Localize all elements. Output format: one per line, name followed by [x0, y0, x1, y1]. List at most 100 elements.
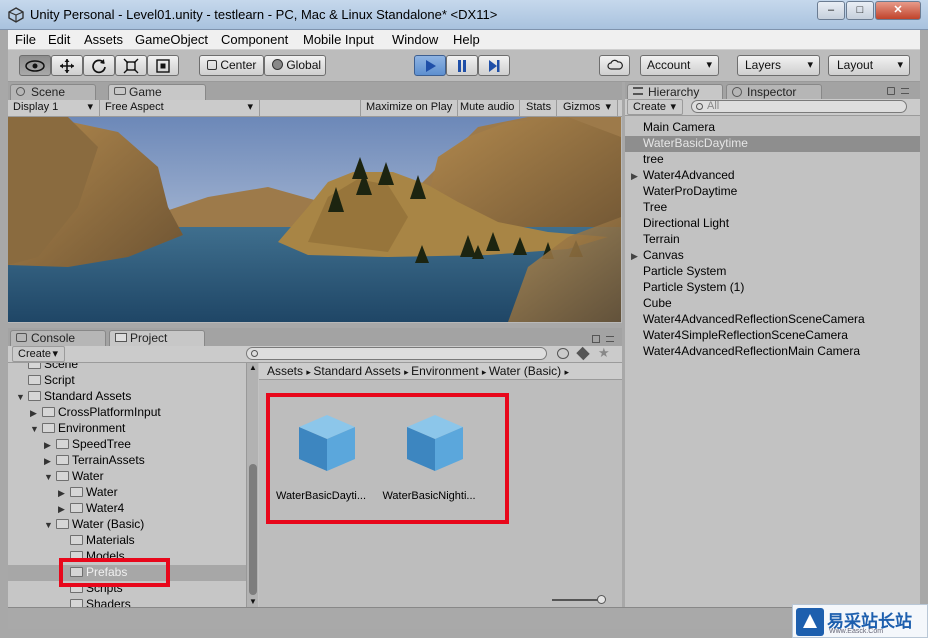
tree-folder-item[interactable]: ▼ Environment	[30, 421, 125, 437]
tree-folder-item[interactable]: ▶ SpeedTree	[44, 437, 131, 453]
favorite-star-icon[interactable]: ★	[598, 345, 610, 361]
hierarchy-item[interactable]: Water4AdvancedReflectionMain Camera	[625, 344, 920, 360]
tab-console[interactable]: Console	[10, 330, 106, 346]
stats-toggle[interactable]: Stats	[521, 100, 558, 116]
step-button[interactable]	[478, 55, 510, 76]
hierarchy-item[interactable]: Terrain	[625, 232, 920, 248]
tab-project[interactable]: Project	[109, 330, 205, 346]
tab-game[interactable]: Game	[108, 84, 206, 100]
lock-icon[interactable]	[887, 87, 895, 95]
label-tag-icon[interactable]	[576, 346, 590, 361]
pivot-center-icon	[207, 60, 217, 70]
tree-folder-item[interactable]: ▶ Water4	[58, 501, 124, 517]
menu-help[interactable]: Help	[453, 32, 480, 47]
rotate-tool-button[interactable]	[83, 55, 115, 76]
maximize-button[interactable]: □	[846, 1, 874, 20]
tree-folder-item[interactable]: Script	[16, 373, 75, 389]
play-button[interactable]	[414, 55, 446, 76]
hierarchy-item[interactable]: Cube	[625, 296, 920, 312]
asset-zoom-slider[interactable]	[552, 595, 607, 604]
project-search-field[interactable]	[246, 347, 547, 360]
hierarchy-item[interactable]: Directional Light	[625, 216, 920, 232]
hierarchy-item[interactable]: Main Camera	[625, 120, 920, 136]
layout-dropdown[interactable]: Layout	[828, 55, 910, 76]
zoom-slider-thumb[interactable]	[597, 595, 606, 604]
expand-arrow-icon[interactable]: ▶	[44, 438, 56, 453]
tree-folder-item[interactable]: ▶ TerrainAssets	[44, 453, 145, 469]
gizmos-dropdown[interactable]: Gizmos	[558, 100, 618, 116]
project-lock-icon[interactable]	[592, 335, 600, 343]
minimize-button[interactable]: –	[817, 1, 845, 20]
expand-arrow-icon[interactable]: ▶	[58, 502, 70, 517]
tree-folder-item[interactable]: ▼ Water	[44, 469, 104, 485]
pause-button[interactable]	[446, 55, 478, 76]
breadcrumb-assets[interactable]: Assets	[267, 364, 303, 378]
account-dropdown[interactable]: Account	[640, 55, 719, 76]
tree-folder-item[interactable]: Materials	[58, 533, 135, 549]
project-create-dropdown[interactable]: Create	[12, 346, 65, 362]
expand-arrow-icon[interactable]: ▼	[30, 422, 42, 437]
layers-dropdown[interactable]: Layers	[737, 55, 820, 76]
breadcrumb-water-basic[interactable]: Water (Basic)	[489, 364, 561, 378]
close-button[interactable]: ✕	[875, 1, 921, 20]
menu-file[interactable]: File	[15, 32, 36, 47]
expand-arrow-icon[interactable]: ▼	[44, 470, 56, 485]
expand-arrow-icon[interactable]: ▶	[44, 454, 56, 469]
scroll-up-arrow-icon[interactable]: ▲	[249, 363, 257, 372]
tree-folder-item[interactable]: Scene	[16, 363, 78, 373]
mute-audio-toggle[interactable]: Mute audio	[455, 100, 521, 116]
hierarchy-item[interactable]: WaterBasicDaytime	[625, 136, 920, 152]
hierarchy-item[interactable]: ▶ Canvas	[625, 248, 920, 264]
game-view-render[interactable]	[8, 117, 621, 322]
scale-tool-button[interactable]	[115, 55, 147, 76]
tree-scrollbar[interactable]: ▲ ▼	[246, 363, 258, 607]
menu-gameobject[interactable]: GameObject	[135, 32, 208, 47]
panel-menu-icon[interactable]	[901, 88, 909, 94]
hierarchy-item[interactable]: WaterProDaytime	[625, 184, 920, 200]
breadcrumb-standard-assets[interactable]: Standard Assets	[313, 364, 400, 378]
hierarchy-item[interactable]: Particle System	[625, 264, 920, 280]
tree-folder-label: TerrainAssets	[72, 453, 145, 467]
maximize-on-play-toggle[interactable]: Maximize on Play	[360, 100, 459, 116]
rect-tool-button[interactable]	[147, 55, 179, 76]
hierarchy-item[interactable]: Tree	[625, 200, 920, 216]
expand-arrow-icon[interactable]: ▶	[631, 249, 638, 264]
tree-folder-item[interactable]: Shaders	[58, 597, 131, 607]
hierarchy-item[interactable]: Water4SimpleReflectionSceneCamera	[625, 328, 920, 344]
space-toggle-button[interactable]: Global	[264, 55, 326, 76]
expand-arrow-icon[interactable]: ▶	[30, 406, 42, 421]
project-menu-icon[interactable]	[606, 336, 614, 342]
menu-mobile-input[interactable]: Mobile Input	[303, 32, 374, 47]
tree-folder-item[interactable]: ▼ Water (Basic)	[44, 517, 144, 533]
aspect-dropdown[interactable]: Free Aspect	[100, 100, 260, 116]
menu-component[interactable]: Component	[221, 32, 288, 47]
tree-folder-item[interactable]: ▼ Standard Assets	[16, 389, 131, 405]
search-by-type-icon[interactable]	[557, 348, 569, 359]
menu-window[interactable]: Window	[392, 32, 438, 47]
expand-arrow-icon[interactable]: ▼	[44, 518, 56, 533]
tab-inspector[interactable]: Inspector	[726, 84, 822, 100]
display-dropdown[interactable]: Display 1	[8, 100, 100, 116]
hierarchy-create-dropdown[interactable]: Create	[627, 99, 683, 115]
hierarchy-item[interactable]: tree	[625, 152, 920, 168]
pivot-toggle-button[interactable]: Center	[199, 55, 264, 76]
expand-arrow-icon[interactable]: ▶	[58, 486, 70, 501]
cloud-button[interactable]	[599, 55, 630, 76]
menu-assets[interactable]: Assets	[84, 32, 123, 47]
expand-arrow-icon[interactable]: ▼	[16, 390, 28, 405]
tab-scene[interactable]: Scene	[10, 84, 96, 100]
hierarchy-item[interactable]: ▶ Water4Advanced	[625, 168, 920, 184]
tree-scroll-thumb[interactable]	[249, 464, 257, 595]
tree-folder-item[interactable]: ▶ Water	[58, 485, 118, 501]
menu-edit[interactable]: Edit	[48, 32, 70, 47]
breadcrumb-environment[interactable]: Environment	[411, 364, 478, 378]
tab-hierarchy[interactable]: Hierarchy	[627, 84, 723, 100]
hand-tool-button[interactable]	[19, 55, 51, 76]
move-tool-button[interactable]	[51, 55, 83, 76]
tree-folder-item[interactable]: ▶ CrossPlatformInput	[30, 405, 161, 421]
scroll-down-arrow-icon[interactable]: ▼	[249, 597, 257, 606]
hierarchy-search-field[interactable]: All	[691, 100, 907, 113]
hierarchy-item[interactable]: Water4AdvancedReflectionSceneCamera	[625, 312, 920, 328]
expand-arrow-icon[interactable]: ▶	[631, 169, 638, 184]
hierarchy-item[interactable]: Particle System (1)	[625, 280, 920, 296]
